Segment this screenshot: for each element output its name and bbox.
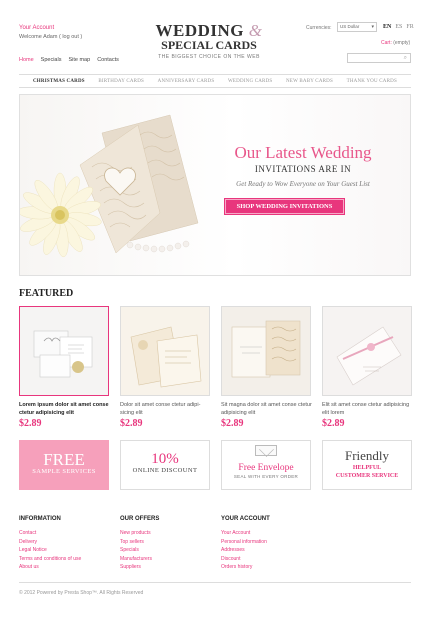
footer-link-manufacturers[interactable]: Manufacturers [120, 555, 159, 564]
cat-anniversary-cards[interactable]: ANNIVERSARY CARDS [158, 79, 215, 84]
product-1-description[interactable]: Lorem ipsum dolor sit amet conse ctetur … [19, 401, 111, 417]
currency-value: US Dollar [340, 24, 360, 29]
product-4-picture [323, 307, 411, 395]
footer-link-legal-notice[interactable]: Legal Notice [19, 546, 81, 555]
footer-link-suppliers[interactable]: Suppliers [120, 563, 159, 572]
footer-information-title: INFORMATION [19, 516, 61, 522]
welcome-user: Adam [43, 34, 58, 40]
product-image-1[interactable] [19, 306, 109, 396]
footer-offers: OUR OFFERS New products Top sellers Spec… [120, 516, 159, 572]
footer-link-addresses[interactable]: Addresses [221, 546, 270, 555]
nav-home[interactable]: Home [19, 57, 34, 63]
product-2-description[interactable]: Dolor sit amet conse ctetur adipi- sicin… [120, 401, 212, 417]
welcome-label: Welcome [19, 34, 42, 40]
promo-2-title: 10% [151, 451, 179, 467]
welcome-text: Welcome Adam ( log out ) [19, 34, 82, 40]
footer-offers-title: OUR OFFERS [120, 516, 160, 522]
product-1-picture [20, 307, 108, 395]
product-4-description[interactable]: Elit sit amet conse ctetur adipisicing e… [322, 401, 414, 417]
banner-description: Get Ready to Wow Everyone on Your Guest … [236, 180, 370, 188]
footer-link-terms[interactable]: Terms and conditions of use [19, 555, 81, 564]
footer-account-title: YOUR ACCOUNT [221, 516, 270, 522]
promo-1-title: FREE [43, 450, 85, 469]
footer-information: INFORMATION Contact Delivery Legal Notic… [19, 516, 81, 572]
site-logo[interactable]: WEDDING & SPECIAL CARDS THE BIGGEST CHOI… [143, 22, 275, 60]
footer-link-about-us[interactable]: About us [19, 563, 81, 572]
lang-es[interactable]: ES [395, 24, 402, 30]
promo-free-envelope[interactable]: Free Envelope SEAL WITH EVERY ORDER [221, 440, 311, 490]
nav-specials[interactable]: Specials [41, 57, 62, 63]
cart-label: Cart: [381, 40, 392, 46]
promo-free-sample[interactable]: FREE SAMPLE SERVICES [19, 440, 109, 490]
product-image-3[interactable] [221, 306, 311, 396]
promo-customer-service[interactable]: Friendly HELPFUL CUSTOMER SERVICE [322, 440, 412, 490]
product-4-price: $2.89 [322, 418, 345, 429]
product-image-2[interactable] [120, 306, 210, 396]
logo-line2: SPECIAL CARDS [161, 38, 257, 52]
product-2-picture [121, 307, 209, 395]
footer-link-contact[interactable]: Contact [19, 529, 81, 538]
chevron-down-icon: ▾ [371, 24, 374, 30]
footer-link-specials[interactable]: Specials [120, 546, 159, 555]
product-3-description[interactable]: Sit magna dolor sit amet conse ctetur ad… [221, 401, 313, 417]
search-icon[interactable]: ⌕ [404, 55, 407, 62]
logout-link[interactable]: ( log out ) [59, 34, 82, 40]
promo-3-subtitle: SEAL WITH EVERY ORDER [233, 474, 299, 479]
shop-wedding-invitations-button[interactable]: SHOP WEDDING INVITATIONS [224, 198, 345, 215]
cart-state: (empty) [393, 40, 411, 46]
featured-heading: FEATURED [19, 288, 74, 299]
cat-wedding-cards[interactable]: WEDDING CARDS [228, 79, 272, 84]
promo-4-subtitle: HELPFUL CUSTOMER SERVICE [335, 465, 399, 479]
hero-banner[interactable]: Our Latest Wedding INVITATIONS ARE IN Ge… [19, 94, 411, 276]
language-switcher: EN ES FR [383, 24, 414, 30]
currency-select[interactable]: US Dollar ▾ [337, 22, 377, 32]
cart-block[interactable]: Cart: (empty) [381, 40, 410, 46]
product-3-picture [222, 307, 310, 395]
banner-title: Our Latest Wedding [234, 143, 372, 162]
cat-birthday-cards[interactable]: BIRTHDAY CARDS [98, 79, 144, 84]
banner-subtitle: INVITATIONS ARE IN [254, 164, 352, 174]
footer-link-discount[interactable]: Discount [221, 555, 270, 564]
footer-link-orders-history[interactable]: Orders history [221, 563, 270, 572]
cat-christmas-cards[interactable]: CHRISTMAS CARDS [33, 79, 85, 84]
footer-link-personal-info[interactable]: Personal information [221, 538, 270, 547]
promo-2-subtitle: ONLINE DISCOUNT [132, 467, 198, 474]
envelope-icon [255, 445, 277, 456]
product-3-price: $2.89 [221, 418, 244, 429]
copyright-text: © 2012 Powered by Presta Shop™. All Righ… [19, 590, 144, 596]
nav-contacts[interactable]: Contacts [97, 57, 119, 63]
product-2-price: $2.89 [120, 418, 143, 429]
cat-thank-you-cards[interactable]: THANK YOU CARDS [347, 79, 397, 84]
footer-link-delivery[interactable]: Delivery [19, 538, 81, 547]
lang-fr[interactable]: FR [406, 24, 413, 30]
top-nav: Home Specials Site map Contacts [19, 57, 119, 63]
promo-3-title: Free Envelope [238, 463, 294, 473]
footer-divider [19, 582, 411, 583]
product-1-price: $2.89 [19, 418, 42, 429]
promo-1-subtitle: SAMPLE SERVICES [32, 468, 96, 475]
cat-new-baby-cards[interactable]: NEW BABY CARDS [286, 79, 333, 84]
footer-link-top-sellers[interactable]: Top sellers [120, 538, 159, 547]
nav-site-map[interactable]: Site map [68, 57, 90, 63]
search-input[interactable]: ⌕ [347, 53, 411, 63]
footer-link-your-account[interactable]: Your Account [221, 529, 270, 538]
your-account-link[interactable]: Your Account [19, 25, 54, 31]
category-menu: CHRISTMAS CARDS BIRTHDAY CARDS ANNIVERSA… [19, 74, 411, 88]
currencies-label: Currencies: [306, 25, 332, 31]
product-image-4[interactable] [322, 306, 412, 396]
logo-tagline: THE BIGGEST CHOICE ON THE WEB [158, 54, 260, 60]
footer-link-new-products[interactable]: New products [120, 529, 159, 538]
promo-4-title: Friendly [344, 448, 390, 463]
promo-online-discount[interactable]: 10% ONLINE DISCOUNT [120, 440, 210, 490]
lang-en[interactable]: EN [383, 24, 391, 30]
footer-account: YOUR ACCOUNT Your Account Personal infor… [221, 516, 270, 572]
